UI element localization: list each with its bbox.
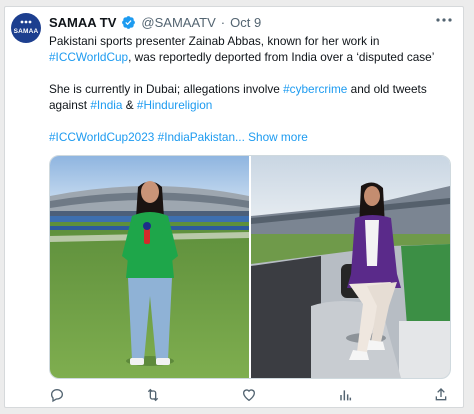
share-icon[interactable]	[433, 387, 449, 403]
reply-icon[interactable]	[49, 387, 65, 403]
avatar-logo-text: SAMAA	[13, 27, 39, 35]
tweet-actions	[49, 385, 449, 405]
verified-badge-icon	[121, 15, 136, 30]
tweet-media	[49, 155, 451, 379]
retweet-icon[interactable]	[145, 387, 161, 403]
paragraph-text: &	[122, 98, 137, 112]
studio-photo-image	[251, 156, 450, 378]
tweet-paragraph-1: Pakistani sports presenter Zainab Abbas,…	[49, 33, 455, 65]
tweet-header: SAMAA TV @SAMAATV · Oct 9	[49, 14, 261, 30]
paragraph-text: Pakistani sports presenter Zainab Abbas,…	[49, 34, 380, 48]
tweet-paragraph-2: She is currently in Dubai; allegations i…	[49, 81, 455, 113]
paragraph-text: She is currently in Dubai; allegations i…	[49, 82, 284, 96]
tweet-text: Pakistani sports presenter Zainab Abbas,…	[49, 33, 455, 145]
logo-dots-icon	[20, 20, 32, 24]
stadium-photo-image	[50, 156, 249, 378]
tweet-paragraph-3: #ICCWorldCup2023 #IndiaPakistan... Show …	[49, 129, 455, 145]
handle[interactable]: @SAMAATV	[141, 15, 215, 30]
like-icon[interactable]	[241, 387, 257, 403]
avatar[interactable]: SAMAA	[11, 13, 41, 43]
views-icon[interactable]	[337, 387, 353, 403]
hashtag-hindureligion[interactable]: #Hindureligion	[137, 98, 212, 112]
photo-stadium-green-outfit[interactable]	[50, 156, 249, 378]
more-icon[interactable]	[435, 13, 453, 25]
show-more-link[interactable]: Show more	[248, 130, 308, 144]
display-name[interactable]: SAMAA TV	[49, 15, 116, 30]
paragraph-text: , was reportedly deported from India ove…	[128, 50, 435, 64]
hashtag-india[interactable]: #India	[90, 98, 122, 112]
separator-dot: ·	[220, 14, 226, 30]
tweet-card: SAMAA SAMAA TV @SAMAATV · Oct 9 Pakistan…	[4, 6, 464, 408]
hashtag-cybercrime[interactable]: #cybercrime	[283, 82, 347, 96]
hashtag-iccworldcup[interactable]: #ICCWorldCup	[49, 50, 128, 64]
photo-studio-purple-blazer[interactable]	[251, 156, 450, 378]
tweet-date[interactable]: Oct 9	[230, 15, 261, 30]
hashtag-list[interactable]: #ICCWorldCup2023 #IndiaPakistan...	[49, 130, 245, 144]
